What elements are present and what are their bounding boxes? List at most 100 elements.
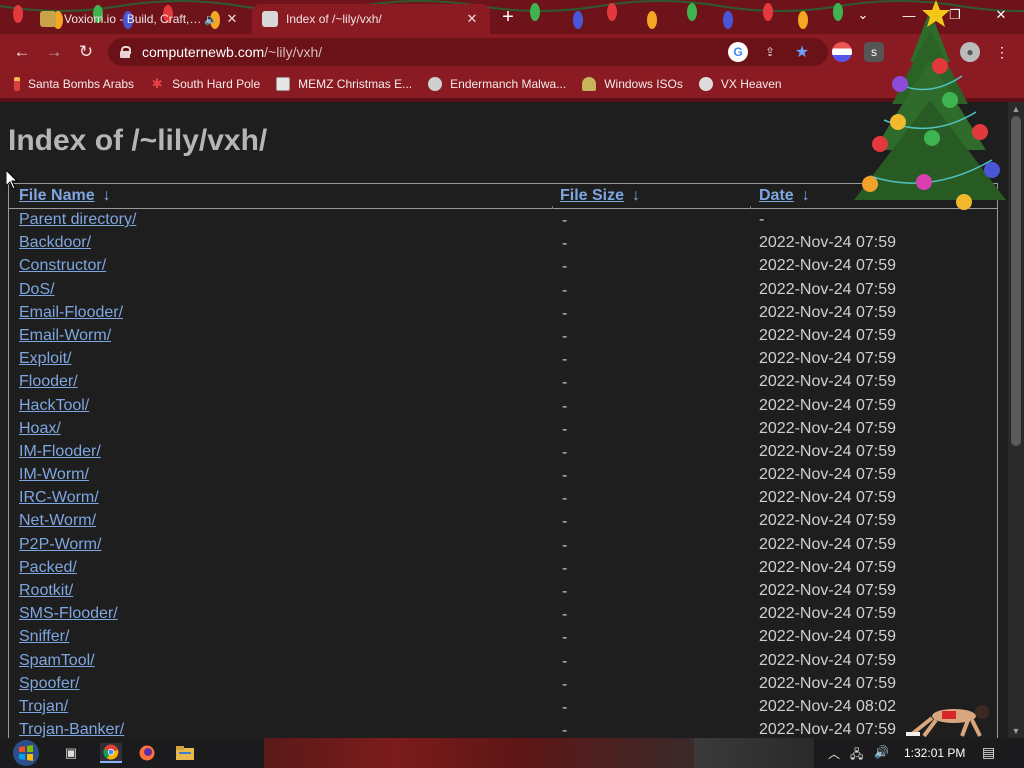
lock-icon[interactable] [120,46,131,58]
table-row: Flooder/ - 2022-Nov-24 07:59 [9,371,997,394]
start-button[interactable] [8,739,44,767]
table-row: Sniffer/ - 2022-Nov-24 07:59 [9,626,997,649]
directory-link[interactable]: HackTool/ [19,397,89,415]
table-row: Net-Worm/ - 2022-Nov-24 07:59 [9,510,997,533]
directory-link[interactable]: P2P-Worm/ [19,536,101,554]
directory-link[interactable]: Rootkit/ [19,582,73,600]
date-cell: 2022-Nov-24 07:59 [759,350,896,368]
task-view-icon[interactable]: ▣ [60,743,82,763]
christmas-tree-decoration [854,0,1006,210]
bookmark-south-hard-pole[interactable]: ✱ South Hard Pole [150,77,261,92]
running-figure-decoration [906,705,989,738]
directory-link[interactable]: Email-Flooder/ [19,304,123,322]
directory-link[interactable]: Spoofer/ [19,675,79,693]
close-tab-icon[interactable]: ✕ [464,11,480,27]
table-row: IM-Worm/ - 2022-Nov-24 07:59 [9,464,997,487]
directory-link[interactable]: Backdoor/ [19,234,91,252]
date-cell: 2022-Nov-24 07:59 [759,466,896,484]
directory-link[interactable]: Trojan/ [19,698,68,716]
table-row: IRC-Worm/ - 2022-Nov-24 07:59 [9,487,997,510]
windows-taskbar: ▣ ︿ 🖧 🔊 1:32:01 PM ▤ [0,738,1024,768]
scroll-down-arrow-icon[interactable]: ▼ [1008,724,1024,738]
speaker-icon[interactable]: 🔈 [204,13,218,26]
directory-link[interactable]: IRC-Worm/ [19,489,99,507]
forward-button[interactable]: → [42,40,66,64]
date-cell: 2022-Nov-24 08:02 [759,697,896,715]
bookmark-vx-heaven[interactable]: VX Heaven [698,77,782,91]
network-icon[interactable]: 🖧 [850,745,863,766]
date-cell: 2022-Nov-24 07:59 [759,558,896,576]
table-row: Email-Flooder/ - 2022-Nov-24 07:59 [9,302,997,325]
parent-directory-link[interactable]: Parent directory/ [19,211,136,229]
directory-link[interactable]: Constructor/ [19,257,106,275]
sort-arrow-icon: ↓ [632,187,641,204]
sort-arrow-icon: ↓ [801,187,810,204]
directory-link[interactable]: IM-Worm/ [19,466,89,484]
column-file-name[interactable]: File Name ↓ [19,187,111,205]
date-cell: 2022-Nov-24 07:59 [759,674,896,692]
directory-link[interactable]: Packed/ [19,559,77,577]
reload-button[interactable]: ↻ [74,40,98,64]
table-row: Packed/ - 2022-Nov-24 07:59 [9,557,997,580]
column-date[interactable]: Date ↓ [759,187,810,205]
date-cell: 2022-Nov-24 07:59 [759,326,896,344]
bookmark-star-icon[interactable]: ★ [792,42,812,62]
address-bar[interactable]: computernewb.com/~lily/vxh/ [108,38,828,66]
directory-link[interactable]: Net-Worm/ [19,512,96,530]
bookmark-windows-isos[interactable]: Windows ISOs [582,77,683,91]
date-cell: 2022-Nov-24 07:59 [759,651,896,669]
notifications-icon[interactable]: ▤ [982,744,995,761]
directory-link[interactable]: SpamTool/ [19,652,95,670]
volume-icon[interactable]: 🔊 [874,745,889,759]
candle-icon [14,77,20,91]
date-cell: 2022-Nov-24 07:59 [759,535,896,553]
raccoon-icon [428,77,443,91]
file-size-cell: - [562,652,568,670]
chrome-taskbar-icon[interactable] [100,743,122,763]
file-size-cell: - [562,698,568,716]
browser-window: Voxiom.io - Build, Craft, Sho 🔈 ✕ Index … [0,0,1024,738]
page-favicon-icon [262,11,278,27]
date-cell: 2022-Nov-24 07:59 [759,257,896,275]
bookmark-santa-bombs-arabs[interactable]: Santa Bombs Arabs [14,77,134,91]
directory-link[interactable]: Trojan-Banker/ [19,721,124,738]
tab-voxiom[interactable]: Voxiom.io - Build, Craft, Sho 🔈 ✕ [30,4,250,34]
directory-link[interactable]: Exploit/ [19,350,71,368]
file-size-cell: - [562,281,568,299]
date-cell: 2022-Nov-24 07:59 [759,303,896,321]
directory-link[interactable]: SMS-Flooder/ [19,605,118,623]
directory-link[interactable]: Flooder/ [19,373,78,391]
taskbar-clock[interactable]: 1:32:01 PM [904,746,965,760]
directory-link[interactable]: Email-Worm/ [19,327,111,345]
file-size-cell: - [562,420,568,438]
file-size-cell: - [562,559,568,577]
show-hidden-icons-chevron[interactable]: ︿ [828,745,840,762]
directory-link[interactable]: Hoax/ [19,420,61,438]
tab-index-of-vxh[interactable]: Index of /~lily/vxh/ ✕ [252,4,490,34]
vx-icon [698,77,713,91]
column-file-size[interactable]: File Size ↓ [560,187,640,205]
directory-link[interactable]: DoS/ [19,281,55,299]
google-icon[interactable]: G [728,42,748,62]
directory-link[interactable]: IM-Flooder/ [19,443,101,461]
new-tab-button[interactable]: + [498,7,518,28]
page-title: Index of /~lily/vxh/ [8,124,268,157]
file-size-cell: - [562,327,568,345]
file-explorer-icon[interactable] [174,743,196,763]
firefox-taskbar-icon[interactable] [136,743,158,763]
bookmark-memz-christmas[interactable]: MEMZ Christmas E... [276,77,412,91]
file-size-cell: - [562,606,568,624]
table-row: Trojan/ - 2022-Nov-24 08:02 [9,696,997,719]
back-button[interactable]: ← [10,40,34,64]
file-size-cell: - [562,583,568,600]
file-size-cell: - [562,235,568,253]
share-icon[interactable]: ⇪ [760,42,780,62]
date-cell: 2022-Nov-24 07:59 [759,512,896,530]
directory-link[interactable]: Sniffer/ [19,628,69,646]
mouse-cursor-icon [6,170,19,190]
table-row: P2P-Worm/ - 2022-Nov-24 07:59 [9,534,997,557]
file-size-cell: - [562,675,568,693]
close-tab-icon[interactable]: ✕ [224,11,240,27]
bookmark-endermanch-malware[interactable]: Endermanch Malwa... [428,77,566,91]
sort-arrow-icon: ↓ [102,187,111,204]
